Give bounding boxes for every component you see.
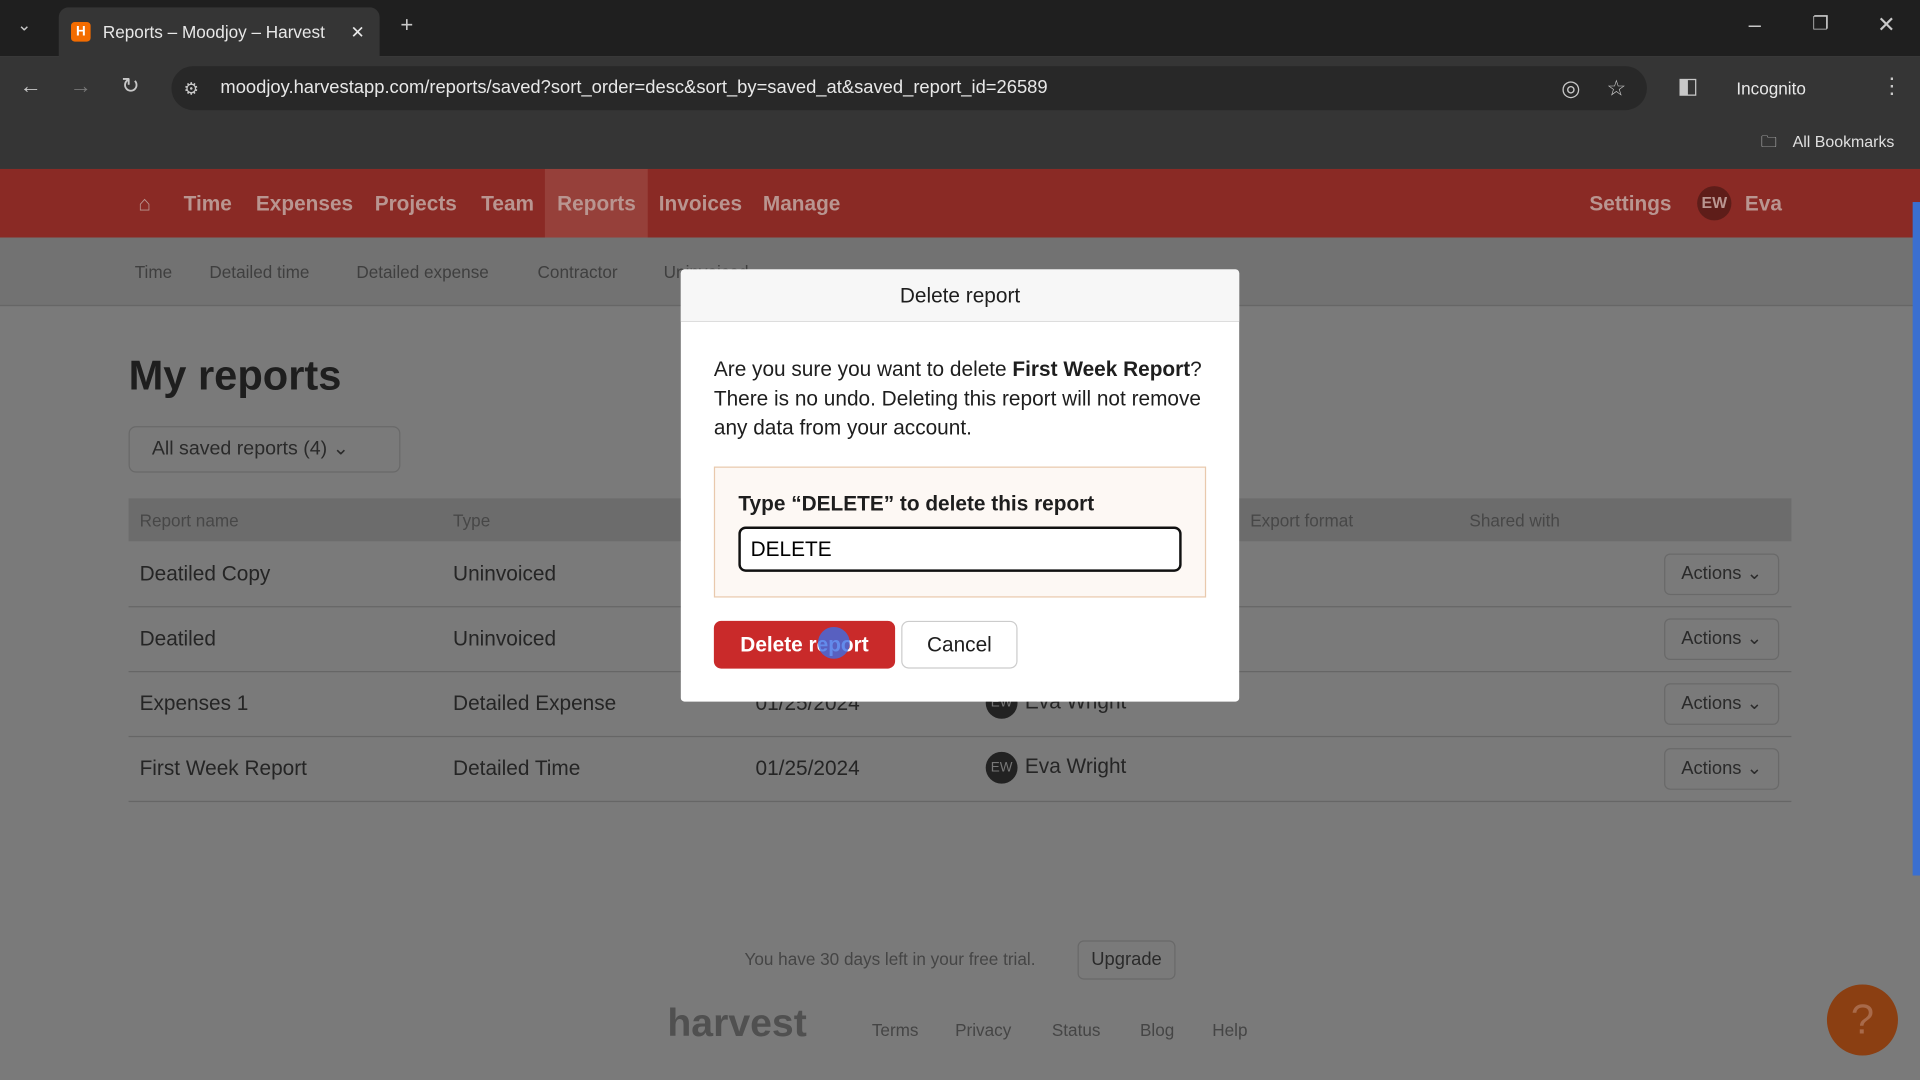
bookmarks-bar: 🗀 All Bookmarks <box>0 120 1920 169</box>
site-info-icon[interactable]: ⚙ <box>184 66 199 110</box>
subnav-detailed-expense[interactable]: Detailed expense <box>356 262 488 282</box>
col-report-name[interactable]: Report name <box>140 511 239 531</box>
delete-report-button[interactable]: Delete report <box>713 620 896 669</box>
actions-label: Actions <box>1681 563 1742 585</box>
report-name: First Week Report <box>1012 357 1191 381</box>
cancel-button[interactable]: Cancel <box>901 620 1018 669</box>
actions-dropdown[interactable]: Actions ⌄ <box>1664 748 1780 790</box>
folder-icon: 🗀 <box>1760 132 1777 151</box>
actions-label: Actions <box>1681 693 1742 714</box>
tab-search-icon[interactable]: ⌄ <box>17 15 31 36</box>
side-panel-icon[interactable]: ◧ <box>1678 73 1699 99</box>
col-export-format[interactable]: Export format <box>1250 511 1353 531</box>
report-type: Detailed Expense <box>453 691 617 716</box>
click-indicator <box>817 626 850 659</box>
table-row: First Week Report Detailed Time 01/25/202… <box>128 737 1792 803</box>
harvest-favicon-icon: H <box>71 22 91 42</box>
nav-expenses[interactable]: Expenses <box>256 192 353 216</box>
report-date: 01/25/2024 <box>755 756 860 781</box>
confirm-label: Type “DELETE” to delete this report <box>738 492 1095 516</box>
trial-text: You have 30 days left in your free trial… <box>744 948 1036 969</box>
nav-team[interactable]: Team <box>481 192 534 216</box>
actions-dropdown[interactable]: Actions ⌄ <box>1664 618 1780 661</box>
bookmark-star-icon[interactable]: ☆ <box>1607 66 1627 110</box>
minimize-icon[interactable]: – <box>1749 12 1761 38</box>
footer-status[interactable]: Status <box>1052 1020 1101 1040</box>
creator-name: Eva Wright <box>1024 754 1127 779</box>
creator-avatar: EW <box>985 751 1018 784</box>
tab-title: Reports – Moodjoy – Harvest <box>102 22 325 42</box>
subnav-contractor[interactable]: Contractor <box>538 262 618 282</box>
modal-message: Are you sure you want to delete First We… <box>714 355 1210 443</box>
incognito-label[interactable]: Incognito <box>1736 78 1806 98</box>
confirm-delete-input[interactable] <box>738 526 1182 572</box>
user-avatar[interactable]: EW <box>1697 186 1732 221</box>
all-bookmarks[interactable]: All Bookmarks <box>1793 132 1895 150</box>
actions-dropdown[interactable]: Actions ⌄ <box>1664 553 1780 596</box>
menu-icon[interactable]: ⋮ <box>1881 73 1903 99</box>
report-type: Uninvoiced <box>453 626 557 651</box>
col-type[interactable]: Type <box>453 511 490 531</box>
nav-manage[interactable]: Manage <box>763 192 841 216</box>
help-question-icon[interactable]: ? <box>1826 984 1898 1056</box>
col-shared-with[interactable]: Shared with <box>1469 511 1560 531</box>
filter-label: All saved reports (4) <box>151 438 328 460</box>
scrollbar[interactable] <box>1912 202 1920 876</box>
chevron-down-icon: ⌄ <box>332 438 350 460</box>
footer-privacy[interactable]: Privacy <box>955 1020 1011 1040</box>
user-name[interactable]: Eva <box>1745 192 1782 216</box>
harvest-logo[interactable]: harvest <box>667 1000 806 1045</box>
browser-tab-bar: ⌄ H Reports – Moodjoy – Harvest ✕ + – ❐ ✕ <box>0 0 1920 57</box>
message-pre: Are you sure you want to delete <box>713 357 1013 381</box>
upgrade-button[interactable]: Upgrade <box>1077 940 1176 980</box>
actions-label: Actions <box>1681 757 1742 779</box>
nav-settings[interactable]: Settings <box>1589 192 1671 216</box>
report-name-link[interactable]: Deatiled <box>140 627 216 651</box>
report-type: Detailed Time <box>453 756 581 781</box>
url-text: moodjoy.harvestapp.com/reports/saved?sor… <box>220 77 1048 98</box>
subnav-detailed-time[interactable]: Detailed time <box>209 262 309 282</box>
actions-label: Actions <box>1681 628 1742 649</box>
page-title: My reports <box>128 352 342 400</box>
footer-help[interactable]: Help <box>1212 1020 1247 1040</box>
report-name-link[interactable]: Expenses 1 <box>140 692 249 716</box>
browser-tab[interactable]: H Reports – Moodjoy – Harvest ✕ <box>58 7 380 57</box>
delete-report-modal: Delete report Are you sure you want to d… <box>680 269 1240 702</box>
restore-icon[interactable]: ❐ <box>1812 12 1828 34</box>
nav-time[interactable]: Time <box>184 192 232 216</box>
actions-dropdown[interactable]: Actions ⌄ <box>1664 683 1780 725</box>
address-bar[interactable]: ⚙ moodjoy.harvestapp.com/reports/saved?so… <box>171 66 1647 111</box>
nav-projects[interactable]: Projects <box>375 192 457 216</box>
reload-icon[interactable]: ↻ <box>121 73 139 99</box>
back-icon[interactable]: ← <box>20 73 42 99</box>
close-tab-icon[interactable]: ✕ <box>351 21 365 42</box>
nav-invoices[interactable]: Invoices <box>659 192 742 216</box>
nav-reports[interactable]: Reports <box>544 168 649 238</box>
eye-off-icon[interactable]: ◎ <box>1561 66 1580 110</box>
new-tab-icon[interactable]: + <box>400 12 413 38</box>
close-window-icon[interactable]: ✕ <box>1877 12 1895 38</box>
modal-title: Delete report <box>680 269 1240 323</box>
report-type: Uninvoiced <box>453 562 557 586</box>
report-name-link[interactable]: First Week Report <box>140 757 307 781</box>
footer-terms[interactable]: Terms <box>872 1020 919 1040</box>
confirm-box: Type “DELETE” to delete this report <box>713 466 1207 598</box>
footer-blog[interactable]: Blog <box>1140 1020 1174 1040</box>
main-nav: ⌂ Time Expenses Projects Team Reports In… <box>0 168 1920 238</box>
creator: EWEva Wright <box>985 751 1127 784</box>
home-icon[interactable]: ⌂ <box>138 192 151 216</box>
report-name-link[interactable]: Deatiled Copy <box>140 562 271 586</box>
subnav-time[interactable]: Time <box>135 262 172 282</box>
saved-reports-filter[interactable]: All saved reports (4) ⌄ <box>128 426 401 473</box>
forward-icon[interactable]: → <box>70 73 92 99</box>
